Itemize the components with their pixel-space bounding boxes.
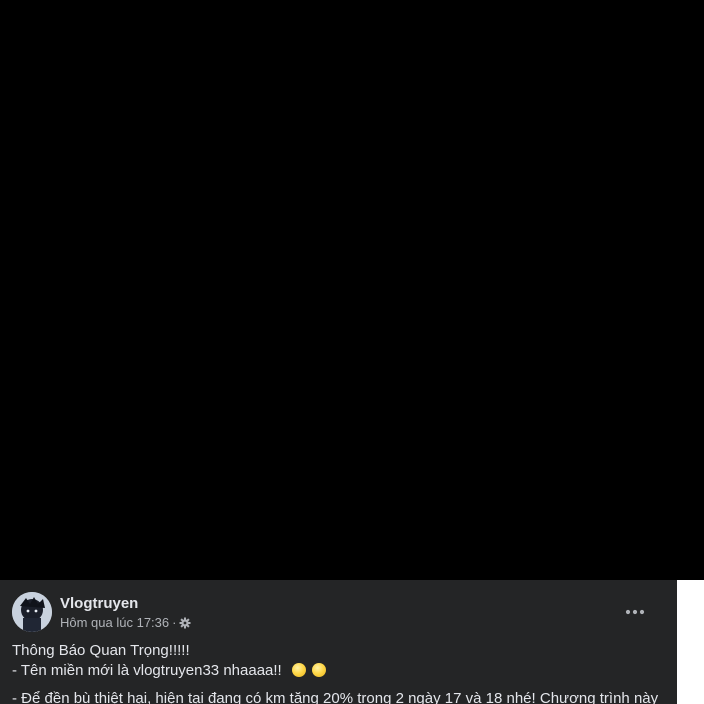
post-line-domain-text: - Tên miền mới là vlogtruyen33 nhaaaa!! xyxy=(12,662,282,679)
avatar-image xyxy=(12,592,52,632)
author-block: Vlogtruyen Hôm qua lúc 17:36 · xyxy=(60,594,191,631)
meta-separator: · xyxy=(172,614,177,630)
yellow-face-emoji xyxy=(291,663,306,677)
post-line-domain: - Tên miền mới là vlogtruyen33 nhaaaa!! xyxy=(12,661,665,681)
gear-icon[interactable] xyxy=(179,616,191,629)
page-background-strip xyxy=(677,580,704,704)
post-header: Vlogtruyen Hôm qua lúc 17:36 · xyxy=(12,592,665,632)
facebook-post: Vlogtruyen Hôm qua lúc 17:36 · Thông Báo… xyxy=(0,580,677,704)
post-timestamp[interactable]: Hôm qua lúc 17:36 xyxy=(60,614,169,631)
more-horizontal-icon xyxy=(625,609,645,615)
post-line-title: Thông Báo Quan Trọng!!!!! xyxy=(12,642,190,659)
author-name[interactable]: Vlogtruyen xyxy=(60,594,191,613)
yellow-face-emoji xyxy=(312,663,327,677)
post-line-promo: - Để đền bù thiệt hại, hiện tại đang có … xyxy=(12,690,659,704)
post-text: Thông Báo Quan Trọng!!!!! - Tên miền mới… xyxy=(12,641,665,704)
avatar[interactable] xyxy=(12,592,52,632)
post-meta: Hôm qua lúc 17:36 · xyxy=(60,614,191,631)
media-image-area[interactable] xyxy=(0,0,704,580)
more-options-button[interactable] xyxy=(617,594,653,630)
screen: Vlogtruyen Hôm qua lúc 17:36 · Thông Báo… xyxy=(0,0,704,704)
